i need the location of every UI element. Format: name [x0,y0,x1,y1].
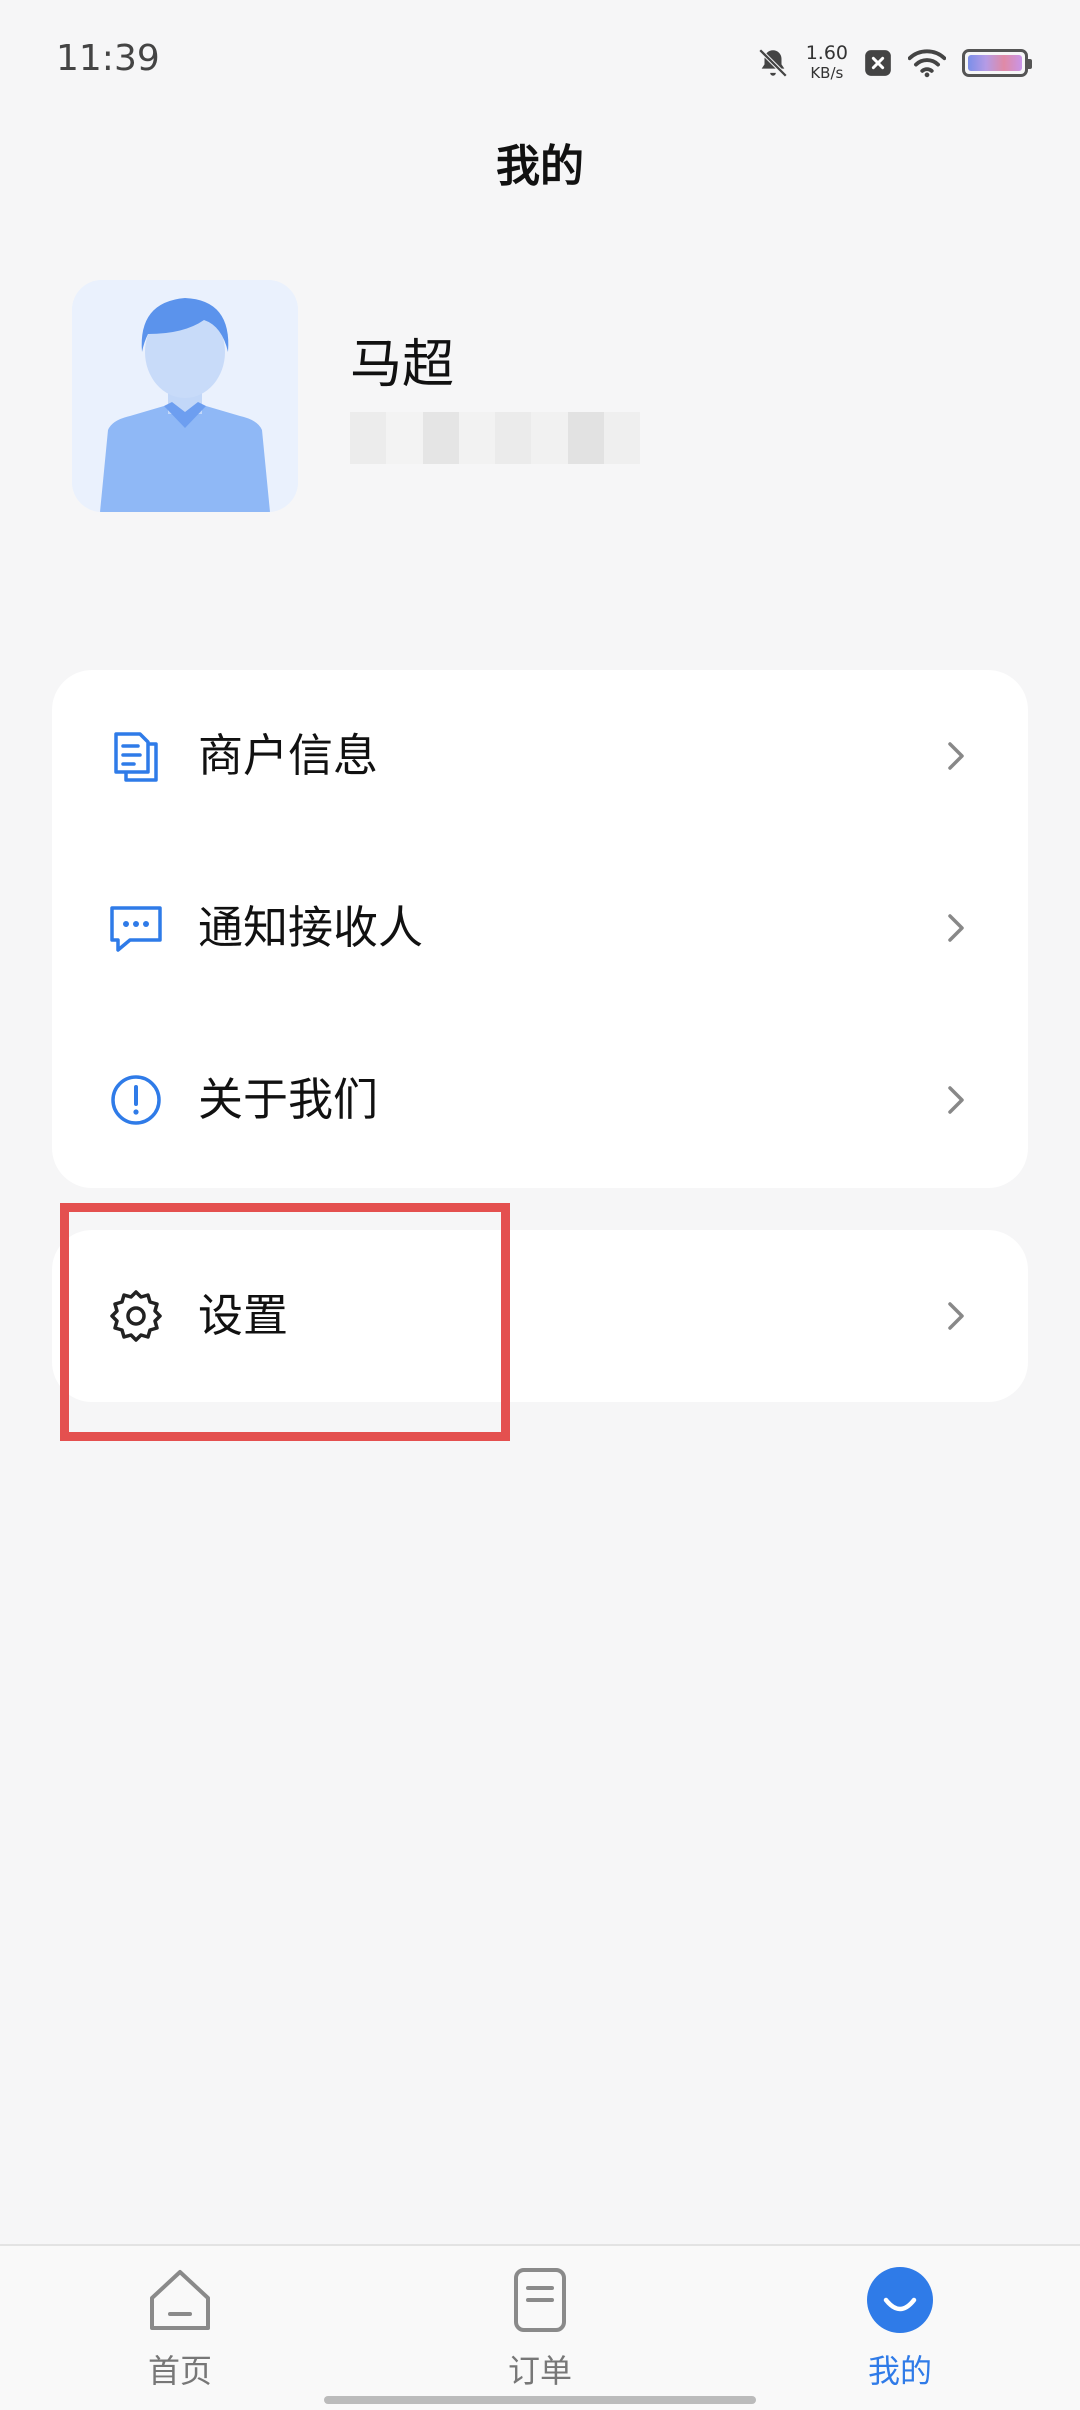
chevron-right-icon [948,914,964,942]
menu-item-label: 商户信息 [198,729,379,782]
document-icon [114,732,158,782]
battery-icon [962,49,1032,77]
chevron-right-icon [948,1086,964,1114]
chevron-right-icon [948,1302,964,1330]
user-avatar-icon[interactable] [72,280,298,512]
tab-label: 首页 [147,2352,212,2390]
menu-item-merchant-info[interactable]: 商户信息 [52,670,1028,842]
home-icon [150,2270,210,2330]
home-indicator[interactable] [324,2396,756,2404]
tab-profile[interactable]: 我的 [800,2246,1000,2410]
status-time: 11:39 [56,38,160,79]
order-icon [514,2268,566,2332]
network-speed: 1.60 KB/s [806,43,848,83]
user-phone-redacted [350,412,640,464]
status-bar: 11:39 1.60 KB/s [0,0,1080,120]
profile-smile-icon [867,2267,933,2333]
tab-home[interactable]: 首页 [80,2246,280,2410]
bottom-tab-bar: 首页 订单 我的 [0,2244,1080,2410]
chat-bubble-icon [110,906,162,952]
page-title: 我的 [496,141,584,192]
tab-label: 订单 [507,2352,572,2390]
tab-orders[interactable]: 订单 [440,2246,640,2410]
annotation-highlight-box [60,1203,510,1441]
chevron-right-icon [948,742,964,770]
info-circle-icon [111,1075,161,1125]
wifi-icon [908,49,946,78]
menu-item-about-us[interactable]: 关于我们 [52,1014,1028,1186]
menu-item-label: 通知接收人 [198,901,424,954]
network-speed-value: 1.60 [805,42,848,64]
menu-card: 商户信息 通知接收人 关于我们 [52,670,1028,1188]
close-box-icon [865,50,891,76]
user-name: 马超 [350,335,455,395]
menu-item-notification-recipients[interactable]: 通知接收人 [52,842,1028,1014]
status-icons: 1.60 KB/s [756,38,1032,88]
tab-label: 我的 [867,2352,932,2390]
network-speed-unit: KB/s [810,64,844,82]
bell-muted-icon [758,48,787,78]
menu-item-label: 关于我们 [198,1073,379,1126]
